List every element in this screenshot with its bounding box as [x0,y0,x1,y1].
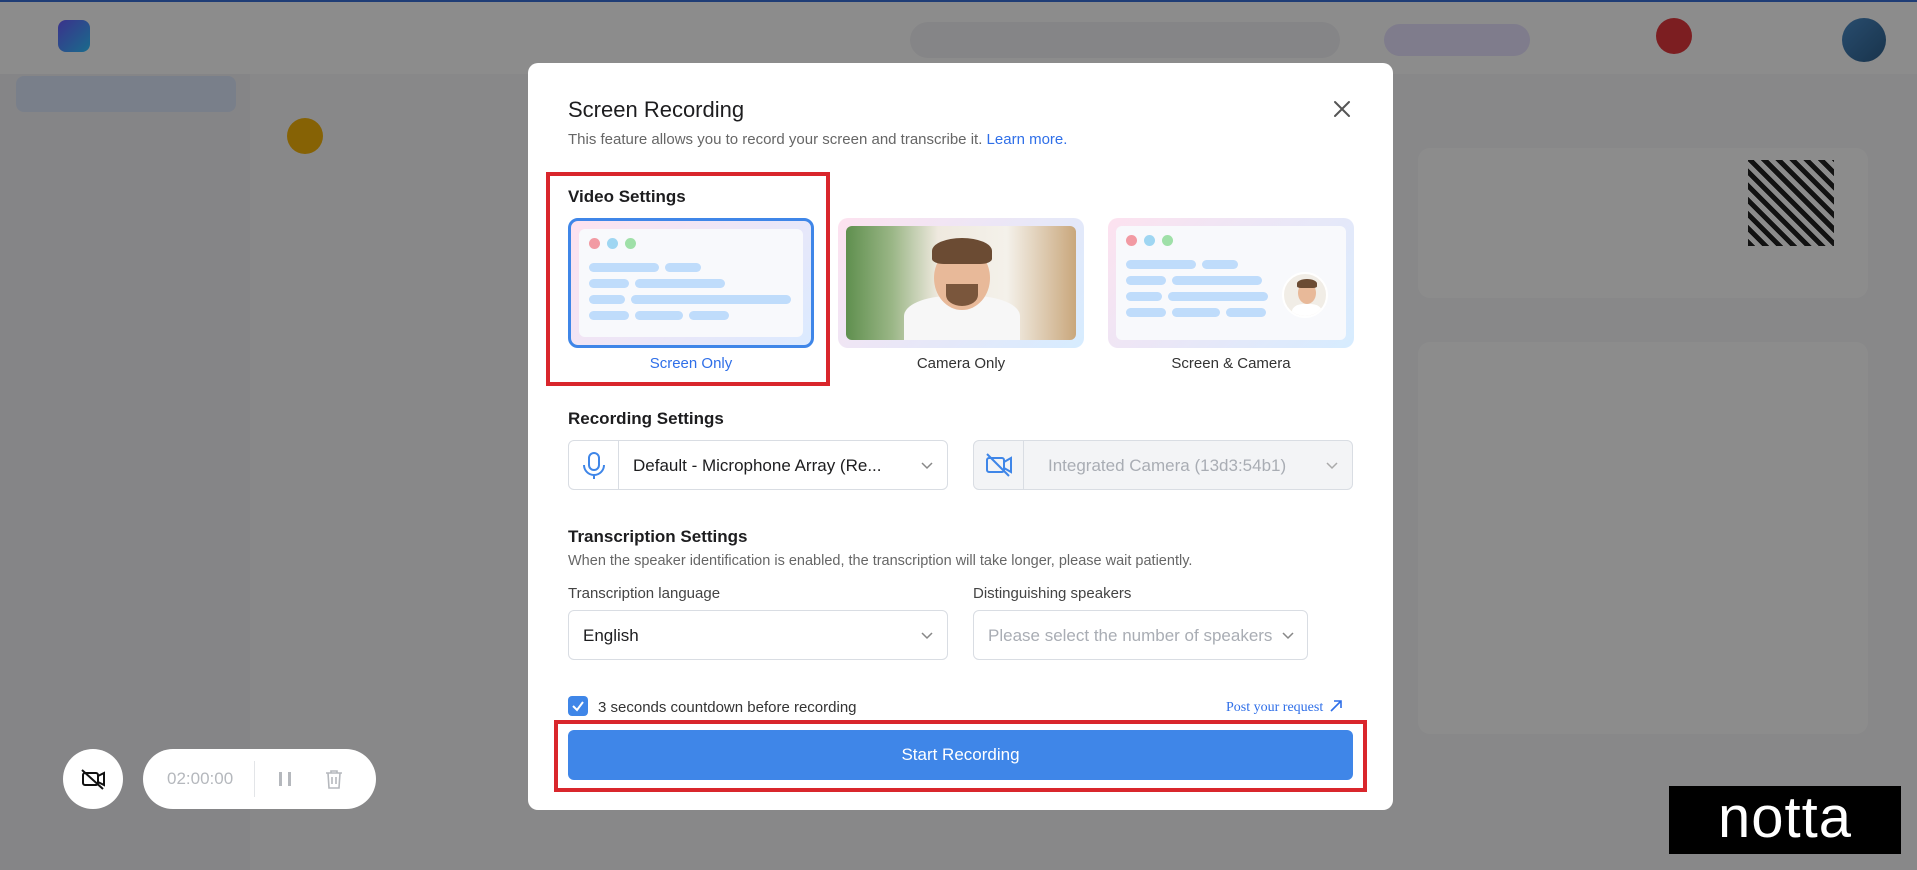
chevron-down-icon [1326,462,1338,470]
chevron-down-icon [1282,632,1294,640]
option-camera-only[interactable] [838,218,1084,348]
camera-off-icon [81,769,105,790]
camera-off-icon [974,441,1024,489]
recording-timer: 02:00:00 [167,769,234,788]
dialog-title: Screen Recording [568,97,745,122]
camera-select[interactable]: Integrated Camera (13d3:54b1) [973,440,1353,490]
camera-preview-photo [846,226,1076,340]
chevron-down-icon [921,632,933,640]
post-request-link[interactable]: Post your request [1226,699,1343,716]
option-camera-only-label: Camera Only [916,355,1006,372]
option-screen-and-camera[interactable] [1108,218,1354,348]
learn-more-link[interactable]: Learn more. [987,131,1068,148]
dialog-subtitle-text: This feature allows you to record your s… [568,131,983,148]
divider [254,761,255,797]
countdown-label: 3 seconds countdown before recording [598,699,857,716]
speakers-label: Distinguishing speakers [973,585,1132,602]
arrow-up-right-icon [1330,700,1342,712]
screen-camera-preview-illustration [1116,226,1346,340]
countdown-checkbox[interactable] [568,696,588,716]
microphone-select[interactable]: Default - Microphone Array (Re... [568,440,948,490]
trash-icon[interactable] [323,768,345,790]
recording-settings-title: Recording Settings [568,409,724,428]
transcription-settings-title: Transcription Settings [568,527,748,546]
language-select-value: English [583,626,639,645]
camera-select-value: Integrated Camera (13d3:54b1) [1048,456,1287,475]
notta-watermark: notta [1669,786,1901,854]
checkmark-icon [572,701,584,712]
speakers-select-placeholder: Please select the number of speakers [988,626,1273,645]
language-select[interactable]: English [568,610,948,660]
camera-bubble-avatar [1282,272,1328,318]
option-screen-and-camera-label: Screen & Camera [1171,355,1291,372]
highlight-box-video-settings [546,172,830,386]
post-request-text: Post your request [1226,700,1324,715]
camera-toggle-button[interactable] [63,749,123,809]
microphone-select-value: Default - Microphone Array (Re... [633,456,882,475]
pause-icon[interactable] [275,769,295,789]
highlight-box-start-button [554,720,1367,792]
transcription-help-text: When the speaker identification is enabl… [568,553,1193,569]
chevron-down-icon [921,462,933,470]
speakers-select[interactable]: Please select the number of speakers [973,610,1308,660]
language-label: Transcription language [568,585,721,602]
dialog-subtitle: This feature allows you to record your s… [568,131,1067,148]
recorder-controls: 02:00:00 [143,749,376,809]
microphone-icon [569,441,619,489]
close-icon[interactable] [1328,95,1356,123]
